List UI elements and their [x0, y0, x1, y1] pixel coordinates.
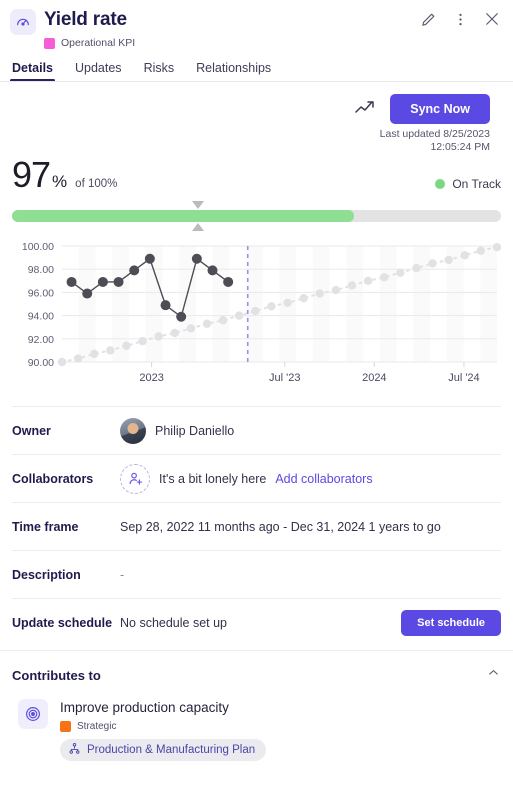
- svg-text:96.00: 96.00: [28, 287, 54, 299]
- sync-section: Sync Now Last updated 8/25/2023 12:05:24…: [0, 94, 513, 154]
- svg-text:98.00: 98.00: [28, 264, 54, 276]
- kpi-trend-chart: 100.00 98.00 96.00 94.00 92.00 90.00 2023 Jul '…: [12, 240, 501, 390]
- kebab-menu-icon[interactable]: [447, 6, 473, 32]
- sync-now-button[interactable]: Sync Now: [390, 94, 490, 124]
- timeframe-value: Sep 28, 2022 11 months ago - Dec 31, 202…: [120, 519, 441, 534]
- target-icon: [18, 699, 48, 729]
- update-schedule-text: No schedule set up: [120, 615, 228, 630]
- progress-fill: [12, 210, 355, 222]
- chevron-up-icon[interactable]: [486, 665, 501, 685]
- status-label: On Track: [452, 177, 501, 191]
- trend-up-icon: [354, 97, 378, 122]
- svg-text:Jul '24: Jul '24: [448, 372, 479, 384]
- chart-svg: 100.00 98.00 96.00 94.00 92.00 90.00 2023 Jul '…: [22, 241, 501, 384]
- progress-header: 97 % of 100% On Track: [12, 156, 501, 194]
- progress-bar[interactable]: [12, 201, 501, 231]
- contributing-goal-item: Improve production capacity Strategic Pr…: [12, 693, 501, 761]
- badge-label: Operational KPI: [61, 37, 136, 49]
- status-badge: On Track: [435, 177, 501, 194]
- sync-row: Sync Now: [354, 94, 490, 124]
- goal-badge-label: Strategic: [77, 721, 117, 732]
- panel-header: Yield rate Operational KPI: [0, 0, 513, 52]
- svg-text:2023: 2023: [139, 372, 163, 384]
- pencil-icon[interactable]: [415, 6, 441, 32]
- owner-row: Owner Philip Daniello: [12, 406, 501, 454]
- tab-updates[interactable]: Updates: [75, 61, 122, 82]
- add-person-icon[interactable]: [120, 463, 150, 494]
- contributes-to-section: Contributes to Improve production capaci…: [0, 650, 513, 761]
- svg-text:2024: 2024: [362, 372, 386, 384]
- update-schedule-row: Update schedule No schedule set up Set s…: [12, 598, 501, 646]
- description-row: Description -: [12, 550, 501, 598]
- progress-value: 97: [12, 154, 51, 195]
- goal-details: Improve production capacity Strategic Pr…: [60, 699, 267, 761]
- tab-bar: Details Updates Risks Relationships: [0, 52, 513, 82]
- progress-target-label: of 100%: [75, 178, 118, 190]
- update-schedule-value: No schedule set up Set schedule: [120, 609, 501, 636]
- set-schedule-button[interactable]: Set schedule: [401, 609, 501, 636]
- contributes-to-header[interactable]: Contributes to: [12, 651, 501, 693]
- progress-section: 97 % of 100% On Track: [0, 156, 513, 231]
- svg-text:90.00: 90.00: [28, 357, 54, 369]
- page-title: Yield rate: [44, 8, 127, 32]
- contributes-to-title: Contributes to: [12, 667, 101, 683]
- goal-type-badge: Strategic: [60, 721, 266, 732]
- svg-text:92.00: 92.00: [28, 334, 54, 346]
- plan-chip-label: Production & Manufacturing Plan: [87, 744, 256, 756]
- timeframe-label: Time frame: [12, 519, 79, 534]
- progress-marker-bottom: [191, 223, 204, 231]
- progress-value-group: 97 % of 100%: [12, 156, 117, 194]
- collaborators-empty-text: It's a bit lonely here: [159, 471, 267, 486]
- kpi-type-badge: Operational KPI: [44, 37, 501, 49]
- plan-chip[interactable]: Production & Manufacturing Plan: [60, 739, 267, 761]
- tab-risks[interactable]: Risks: [144, 61, 175, 82]
- kpi-title: Yield rate: [44, 9, 127, 30]
- avatar: [120, 417, 146, 444]
- owner-label: Owner: [12, 423, 51, 438]
- add-collaborators-link[interactable]: Add collaborators: [275, 472, 372, 486]
- kpi-detail-panel: Yield rate Operational KPI Details Updat…: [0, 0, 513, 812]
- svg-text:94.00: 94.00: [28, 311, 54, 323]
- header-actions: [415, 6, 505, 32]
- goal-badge-swatch: [60, 721, 71, 732]
- collaborators-row: Collaborators It's a bit lonely here Add…: [12, 454, 501, 502]
- description-label: Description: [12, 567, 81, 582]
- tab-details[interactable]: Details: [10, 61, 55, 82]
- update-schedule-label: Update schedule: [12, 615, 113, 630]
- last-updated-time: 12:05:24 PM: [430, 141, 490, 153]
- collaborators-value: It's a bit lonely here Add collaborators: [120, 463, 501, 494]
- progress-marker-top: [191, 201, 204, 209]
- last-updated-date: Last updated 8/25/2023: [379, 128, 490, 140]
- svg-text:100.00: 100.00: [22, 241, 54, 253]
- badge-color-swatch: [44, 37, 55, 49]
- goal-name[interactable]: Improve production capacity: [60, 699, 266, 717]
- svg-text:Jul '23: Jul '23: [269, 372, 300, 384]
- org-chart-icon: [68, 742, 81, 758]
- collaborators-label: Collaborators: [12, 471, 94, 486]
- owner-value: Philip Daniello: [120, 417, 501, 444]
- tab-relationships[interactable]: Relationships: [196, 61, 271, 82]
- owner-name[interactable]: Philip Daniello: [155, 424, 234, 438]
- status-dot-icon: [435, 179, 446, 189]
- gauge-icon: [10, 9, 36, 35]
- last-updated-text: Last updated 8/25/2023 12:05:24 PM: [380, 128, 490, 154]
- description-value: -: [120, 567, 125, 582]
- close-icon[interactable]: [479, 6, 505, 32]
- timeframe-row: Time frame Sep 28, 2022 11 months ago - …: [12, 502, 501, 550]
- tab-divider: [0, 81, 513, 82]
- percent-symbol: %: [52, 172, 68, 191]
- detail-rows: Owner Philip Daniello Collaborators It's…: [0, 406, 513, 646]
